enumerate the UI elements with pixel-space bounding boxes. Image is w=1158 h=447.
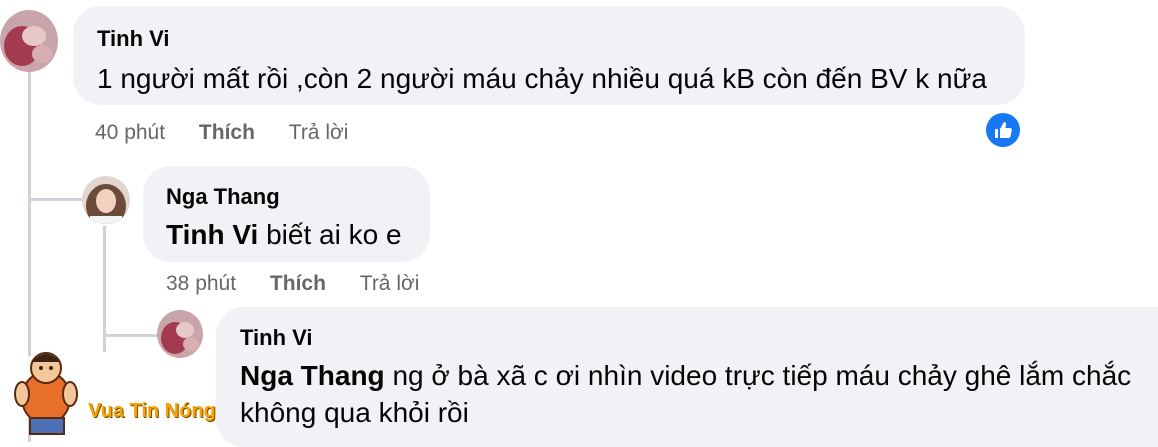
comment-text: 1 người mất rồi ,còn 2 người máu chảy nh… (97, 63, 987, 94)
comment-text-body: biết ai ko e (258, 219, 402, 250)
reply-button[interactable]: Trả lời (360, 272, 420, 296)
comment-meta-1: 40 phút Thích Trả lời (95, 121, 376, 145)
comment-author[interactable]: Tinh Vi (240, 325, 1158, 351)
watermark-logo: Vua Tin Nóng (4, 338, 232, 442)
like-button[interactable]: Thích (270, 272, 326, 296)
avatar-nga-thang[interactable] (82, 176, 130, 224)
comment-time[interactable]: 38 phút (166, 272, 236, 296)
comment-bubble-2: Nga Thang Tinh Vi biết ai ko e (143, 166, 430, 262)
thumbs-up-icon[interactable] (986, 113, 1020, 147)
comment-bubble-1: Tinh Vi 1 người mất rồi ,còn 2 người máu… (73, 6, 1025, 105)
thread-line-branch-1 (28, 198, 86, 201)
comment-text-line2: không qua khỏi rồi (240, 397, 469, 428)
comment-author[interactable]: Nga Thang (166, 184, 430, 210)
avatar-tinh-vi[interactable] (0, 10, 58, 72)
like-button[interactable]: Thích (199, 121, 255, 145)
comment-time[interactable]: 40 phút (95, 121, 165, 145)
comment-text: Nga Thang ng ở bà xã c ơi nhìn video trự… (240, 357, 1158, 394)
reply-button[interactable]: Trả lời (289, 121, 349, 145)
thread-line-branch-2 (103, 334, 159, 337)
mention-link[interactable]: Tinh Vi (166, 219, 258, 250)
watermark-text: Vua Tin Nóng (88, 400, 216, 422)
comment-meta-2: 38 phút Thích Trả lời (166, 272, 447, 296)
comment-author[interactable]: Tinh Vi (97, 26, 1025, 52)
comment-text-line1: ng ở bà xã c ơi nhìn video trực tiếp máu… (384, 360, 1132, 391)
comment-bubble-3: Tinh Vi Nga Thang ng ở bà xã c ơi nhìn v… (216, 307, 1158, 447)
mention-link[interactable]: Nga Thang (240, 360, 385, 391)
comment-text: Tinh Vi biết ai ko e (166, 216, 430, 253)
